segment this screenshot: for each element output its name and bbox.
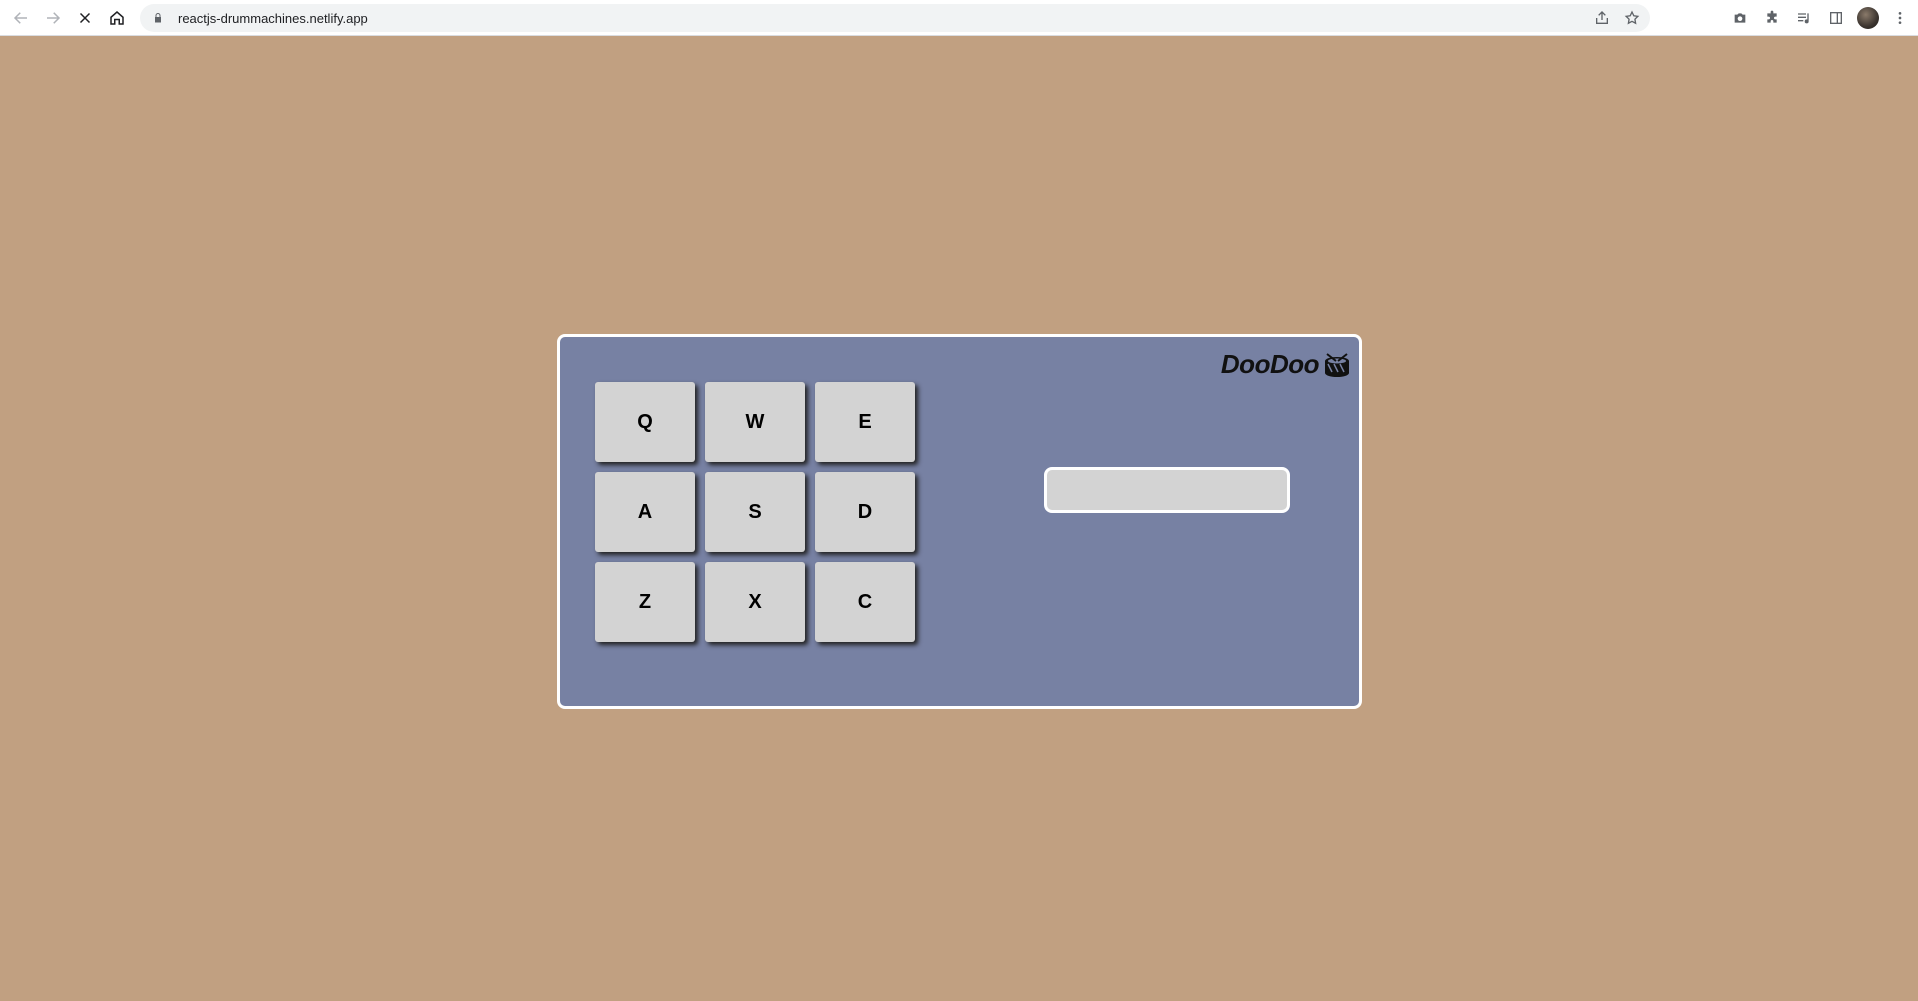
drum-pad-x[interactable]: X bbox=[705, 562, 805, 642]
avatar bbox=[1857, 7, 1879, 29]
drum-pad-q[interactable]: Q bbox=[595, 382, 695, 462]
back-icon[interactable] bbox=[7, 4, 35, 32]
drum-machine: DooDoo Q W E A S D Z X C bbox=[557, 334, 1362, 709]
drum-pad-e[interactable]: E bbox=[815, 382, 915, 462]
drum-pad-s[interactable]: S bbox=[705, 472, 805, 552]
forward-icon[interactable] bbox=[39, 4, 67, 32]
brand-name: DooDoo bbox=[1220, 349, 1320, 379]
drum-pad-z[interactable]: Z bbox=[595, 562, 695, 642]
stop-loading-icon[interactable] bbox=[71, 4, 99, 32]
profile-avatar[interactable] bbox=[1856, 6, 1880, 30]
side-panel-icon[interactable] bbox=[1824, 6, 1848, 30]
drum-pad-d[interactable]: D bbox=[815, 472, 915, 552]
drum-icon bbox=[1323, 352, 1351, 378]
screenshot-camera-icon[interactable] bbox=[1728, 6, 1752, 30]
browser-toolbar: reactjs-drummachines.netlify.app bbox=[0, 0, 1918, 36]
drum-pad-w[interactable]: W bbox=[705, 382, 805, 462]
lock-icon bbox=[152, 11, 166, 25]
brand-logo: DooDoo bbox=[1221, 349, 1351, 380]
bookmark-star-icon[interactable] bbox=[1622, 8, 1642, 28]
more-menu-icon[interactable] bbox=[1888, 6, 1912, 30]
home-icon[interactable] bbox=[103, 4, 131, 32]
share-icon[interactable] bbox=[1592, 8, 1612, 28]
address-bar[interactable]: reactjs-drummachines.netlify.app bbox=[140, 4, 1650, 32]
url-text[interactable]: reactjs-drummachines.netlify.app bbox=[178, 11, 368, 26]
sound-display bbox=[1044, 467, 1290, 513]
drum-pad-a[interactable]: A bbox=[595, 472, 695, 552]
drum-pad-c[interactable]: C bbox=[815, 562, 915, 642]
pad-bank: Q W E A S D Z X C bbox=[595, 382, 925, 652]
media-queue-icon[interactable] bbox=[1792, 6, 1816, 30]
extensions-puzzle-icon[interactable] bbox=[1760, 6, 1784, 30]
